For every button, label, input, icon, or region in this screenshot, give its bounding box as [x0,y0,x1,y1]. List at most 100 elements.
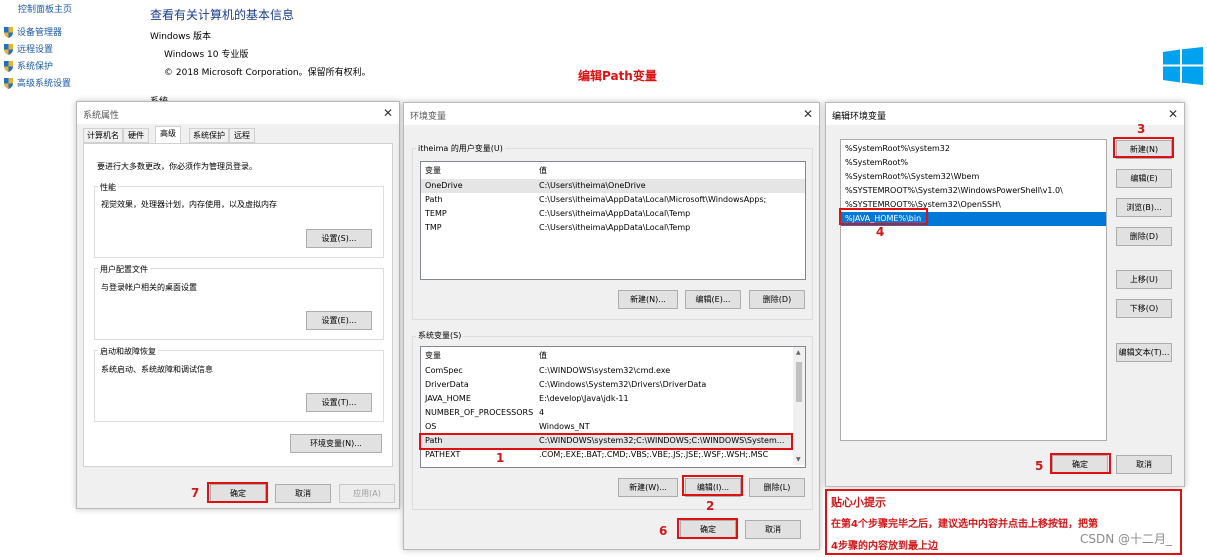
var-value: C:\Users\itheima\AppData\Local\Temp [539,209,691,218]
step-3-number: 3 [1137,122,1146,136]
close-icon[interactable]: ✕ [383,106,393,120]
table-row[interactable]: ComSpec C:\WINDOWS\system32\cmd.exe [421,364,805,378]
var-value: .COM;.EXE;.BAT;.CMD;.VBS;.VBE;.JS;.JSE;.… [539,450,769,459]
user-vars-label: itheima 的用户变量(U) [416,143,505,154]
advanced-settings-link[interactable]: 高级系统设置 [4,76,71,89]
step3-highlight [1113,137,1174,158]
var-name: DriverData [425,380,469,389]
var-value: C:\WINDOWS\system32\cmd.exe [539,366,671,375]
user-new-button[interactable]: 新建(N)... [618,290,678,309]
table-row[interactable]: OS Windows_NT [421,420,805,434]
list-item[interactable]: %SYSTEMROOT%\System32\WindowsPowerShell\… [841,184,1106,198]
edition-label: Windows 版本 [150,32,212,42]
envvars-cancel-button[interactable]: 取消 [745,520,801,539]
edit-text-button[interactable]: 编辑文本(T)... [1116,343,1172,362]
table-row[interactable]: TEMP C:\Users\itheima\AppData\Local\Temp [421,207,805,221]
sysprops-apply-button[interactable]: 应用(A) [339,484,395,503]
copyright-text: © 2018 Microsoft Corporation。保留所有权利。 [164,68,371,78]
list-header: 变量 值 [421,164,805,178]
tip-title: 贴心小提示 [831,496,886,509]
move-up-button[interactable]: 上移(U) [1116,270,1172,289]
path-entry: %SYSTEMROOT%\System32\WindowsPowerShell\… [845,186,1063,195]
path-entries-list[interactable]: %SystemRoot%\system32 %SystemRoot% %Syst… [840,139,1107,441]
list-item[interactable]: %SystemRoot% [841,156,1106,170]
sysprops-cancel-button[interactable]: 取消 [275,484,331,503]
list-item[interactable]: %SystemRoot%\system32 [841,142,1106,156]
table-row[interactable]: Path C:\Users\itheima\AppData\Local\Micro… [421,193,805,207]
envvars-title: 环境变量 [410,112,447,122]
step-1-number: 1 [496,451,505,465]
var-name: JAVA_HOME [425,394,471,403]
system-vars-label: 系统变量(S) [416,330,464,341]
startup-desc: 系统启动、系统故障和调试信息 [101,365,213,374]
headline: 编辑Path变量 [578,69,657,83]
profile-desc: 与登录帐户相关的桌面设置 [101,283,197,292]
list-item[interactable]: %SystemRoot%\System32\Wbem [841,170,1106,184]
table-row[interactable]: OneDrive C:\Users\itheima\OneDrive [421,179,805,193]
edit-entry-button[interactable]: 编辑(E) [1116,169,1172,188]
browse-button[interactable]: 浏览(B)... [1116,198,1172,217]
step1-highlight [419,433,793,450]
system-delete-button[interactable]: 删除(L) [749,478,805,497]
admin-note: 要进行大多数更改，你必须作为管理员登录。 [97,162,257,171]
step-2-number: 2 [706,499,715,513]
var-value: C:\Users\itheima\OneDrive [539,181,646,190]
tab-remote[interactable]: 远程 [229,128,255,143]
table-row[interactable]: JAVA_HOME E:\develop\Java\jdk-11 [421,392,805,406]
table-row[interactable]: PATHEXT .COM;.EXE;.BAT;.CMD;.VBS;.VBE;.JS… [421,448,805,462]
close-icon[interactable]: ✕ [803,107,813,121]
table-row[interactable]: DriverData C:\Windows\System32\Drivers\Dr… [421,378,805,392]
sysprops-titlebar: 系统属性 ✕ [77,102,399,124]
delete-entry-button[interactable]: 删除(D) [1116,227,1172,246]
device-manager-link[interactable]: 设备管理器 [4,25,62,38]
var-value: 4 [539,408,545,417]
scroll-down-icon[interactable]: ▼ [796,456,801,463]
environment-variables-button[interactable]: 环境变量(N)... [290,434,382,453]
scroll-up-icon[interactable]: ▲ [796,349,801,356]
page-title: 查看有关计算机的基本信息 [150,8,295,22]
profile-settings-button[interactable]: 设置(E)... [306,311,372,330]
system-protection-link[interactable]: 系统保护 [4,59,53,72]
user-edit-button[interactable]: 编辑(E)... [685,290,741,309]
remote-settings-link[interactable]: 远程设置 [4,42,53,55]
table-row[interactable]: TMP C:\Users\itheima\AppData\Local\Temp [421,221,805,235]
col-var: 变量 [425,351,441,360]
var-name: ComSpec [425,366,463,375]
scrollbar[interactable]: ▲ ▼ [793,347,805,465]
step2-highlight [682,475,743,496]
step-6-number: 6 [659,524,668,538]
var-name: TEMP [425,209,447,218]
step-7-number: 7 [191,486,200,500]
environment-variables-window: 环境变量 ✕ itheima 的用户变量(U) 变量值 OneDrive C:\U… [403,102,820,550]
var-name: Path [425,195,443,204]
edit-environment-variable-window: 编辑环境变量 ✕ %SystemRoot%\system32 %SystemRo… [825,102,1185,487]
close-icon[interactable]: ✕ [1168,107,1178,121]
editenv-titlebar: 编辑环境变量 ✕ [826,103,1184,125]
tab-computer-name[interactable]: 计算机名 [83,128,123,143]
path-entry: %SystemRoot%\System32\Wbem [845,172,980,181]
remote-settings-label: 远程设置 [17,45,54,55]
editenv-cancel-button[interactable]: 取消 [1116,455,1172,474]
var-name: TMP [425,223,442,232]
performance-settings-button[interactable]: 设置(S)... [306,229,372,248]
performance-label: 性能 [98,182,118,193]
edition-value: Windows 10 专业版 [164,50,249,60]
tab-advanced[interactable]: 高级 [155,126,181,144]
var-name: OneDrive [425,181,463,190]
scroll-thumb[interactable] [796,362,802,402]
tab-panel: 要进行大多数更改，你必须作为管理员登录。 性能 视觉效果，处理器计划，内存使用，… [83,143,393,467]
windows-logo-icon [1163,47,1203,85]
tab-system-protection[interactable]: 系统保护 [189,128,229,143]
var-name: NUMBER_OF_PROCESSORS [425,408,534,417]
col-var: 变量 [425,166,441,175]
path-entry: %SystemRoot% [845,158,909,167]
tab-hardware[interactable]: 硬件 [123,128,149,143]
startup-settings-button[interactable]: 设置(T)... [306,393,372,412]
list-header: 变量 值 [421,349,805,363]
table-row[interactable]: NUMBER_OF_PROCESSORS 4 [421,406,805,420]
user-vars-list[interactable]: 变量 值 OneDrive C:\Users\itheima\OneDrive Pa… [420,161,806,280]
system-new-button[interactable]: 新建(W)... [618,478,678,497]
user-delete-button[interactable]: 删除(D) [749,290,805,309]
move-down-button[interactable]: 下移(O) [1116,299,1172,318]
control-panel-home-link[interactable]: 控制面板主页 [18,2,72,15]
